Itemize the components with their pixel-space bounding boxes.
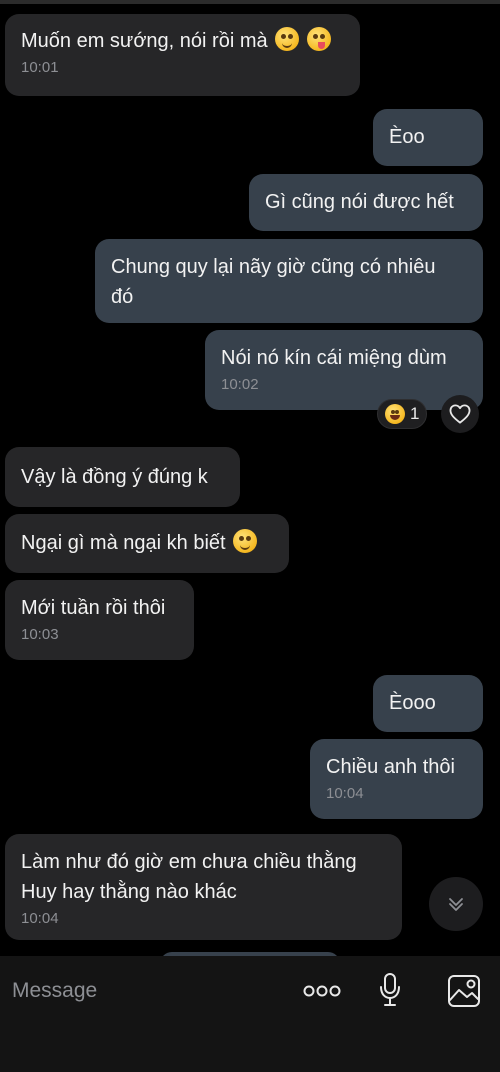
rolling-eyes-emoji [275, 27, 300, 51]
message-time: 10:04 [326, 785, 364, 802]
more-options-button[interactable] [300, 976, 344, 1006]
chevron-down-icon [449, 898, 463, 911]
message-time: 10:03 [21, 626, 59, 643]
message-time: 10:01 [21, 59, 59, 76]
attach-photo-button[interactable] [444, 971, 484, 1011]
message-bubble-outgoing[interactable]: Èooo [373, 675, 483, 732]
message-text: Mới tuần rồi thôi [21, 597, 166, 619]
message-reaction[interactable]: 1 [377, 399, 427, 429]
scroll-to-bottom-button[interactable] [429, 877, 483, 931]
message-bubble-incoming[interactable]: Muốn em sướng, nói rồi mà 10:01 [5, 14, 360, 96]
message-list[interactable]: Muốn em sướng, nói rồi mà 10:01 Èoo Gì c… [0, 0, 500, 956]
message-text: Vậy là đồng ý đúng k [21, 466, 208, 488]
reaction-count: 1 [410, 404, 420, 423]
message-input[interactable]: Message [12, 978, 97, 1004]
message-bubble-incoming[interactable]: Vậy là đồng ý đúng k [5, 447, 240, 507]
message-text: Chiều anh thôi [326, 756, 455, 778]
message-text: Èoo [389, 126, 425, 148]
microphone-icon [380, 973, 400, 1006]
react-heart-button[interactable] [441, 395, 479, 433]
message-bubble-incoming[interactable]: Làm như đó giờ em chưa chiều thằng Huy h… [5, 834, 402, 940]
message-bubble-outgoing[interactable]: Chung quy lại nãy giờ cũng có nhiêu đó [95, 239, 483, 323]
message-text: Èooo [389, 692, 436, 714]
message-text: Nói nó kín cái miệng dùm [221, 347, 447, 369]
message-text: Ngại gì mà ngại kh biết [21, 528, 273, 558]
message-time: 10:04 [21, 910, 59, 927]
message-bubble-incoming[interactable]: Ngại gì mà ngại kh biết [5, 514, 289, 573]
voice-message-button[interactable] [374, 970, 406, 1010]
gallery-icon [448, 975, 480, 1007]
message-text: Chung quy lại nãy giờ cũng có nhiêu đó [111, 256, 436, 308]
message-bubble-outgoing[interactable]: Èoo [373, 109, 483, 166]
message-bubble-outgoing[interactable]: Gì cũng nói được hết [249, 174, 483, 231]
winking-tongue-emoji [306, 27, 331, 51]
laughing-emoji [385, 404, 405, 424]
message-text: Làm như đó giờ em chưa chiều thằng Huy h… [21, 851, 357, 903]
message-bubble-outgoing[interactable]: Nói nó kín cái miệng dùm 10:02 [205, 330, 483, 410]
message-bubble-incoming[interactable]: Mới tuần rồi thôi 10:03 [5, 580, 194, 660]
thinking-emoji [233, 529, 258, 553]
message-bubble-outgoing[interactable]: Chiều anh thôi 10:04 [310, 739, 483, 819]
message-time: 10:02 [221, 376, 259, 393]
message-text: Gì cũng nói được hết [265, 191, 454, 213]
composer-bar [0, 956, 500, 1072]
message-text: Muốn em sướng, nói rồi mà [21, 26, 344, 56]
more-options-icon [303, 985, 341, 997]
heart-icon [449, 404, 471, 424]
